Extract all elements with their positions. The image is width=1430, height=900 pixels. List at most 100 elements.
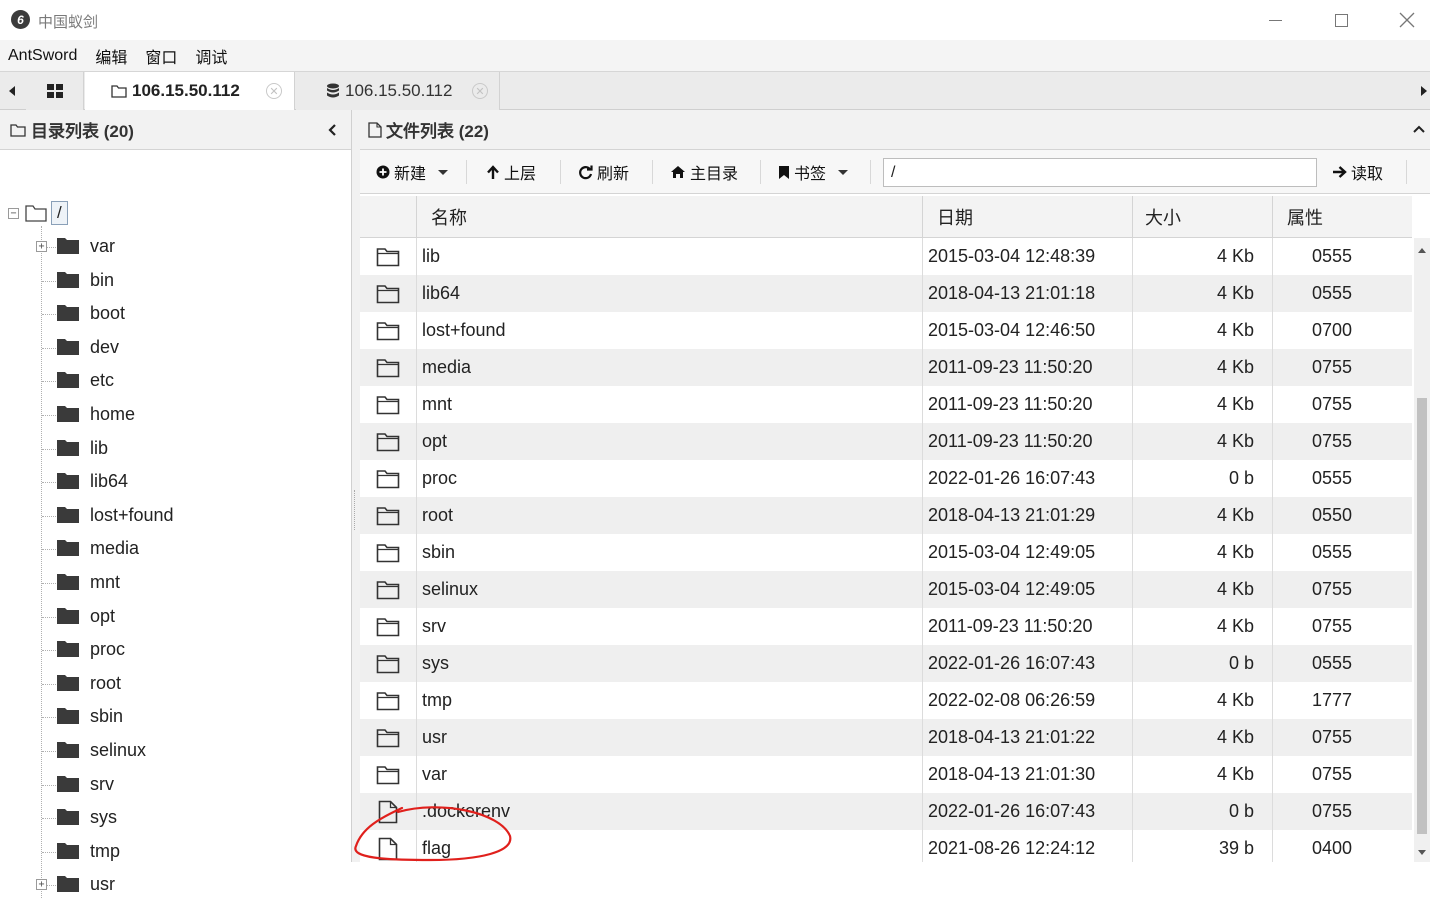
table-row[interactable]: sys 2022-01-26 16:07:43 0 b 0555 xyxy=(360,645,1412,682)
menu-debug[interactable]: 调试 xyxy=(195,44,227,68)
tab-database[interactable]: 106.15.50.112 ✕ xyxy=(296,72,500,110)
tree-root[interactable]: − / xyxy=(8,200,68,226)
bookmark-button[interactable]: 书签 xyxy=(772,157,854,187)
expand-node-icon[interactable]: + xyxy=(36,241,47,252)
file-name[interactable]: tmp xyxy=(422,682,912,719)
panel-splitter[interactable] xyxy=(352,110,360,862)
table-row[interactable]: flag 2021-08-26 12:24:12 39 b 0400 xyxy=(360,830,1412,862)
table-row[interactable]: mnt 2011-09-23 11:50:20 4 Kb 0755 xyxy=(360,386,1412,423)
minimize-button[interactable] xyxy=(1242,0,1308,40)
table-row[interactable]: .dockerenv 2022-01-26 16:07:43 0 b 0755 xyxy=(360,793,1412,830)
folder-icon xyxy=(56,304,80,327)
table-row[interactable]: lib64 2018-04-13 21:01:18 4 Kb 0555 xyxy=(360,275,1412,312)
close-tab-icon[interactable]: ✕ xyxy=(472,83,488,99)
table-row[interactable]: selinux 2015-03-04 12:49:05 4 Kb 0755 xyxy=(360,571,1412,608)
table-row[interactable]: root 2018-04-13 21:01:29 4 Kb 0550 xyxy=(360,497,1412,534)
table-row[interactable]: tmp 2022-02-08 06:26:59 4 Kb 1777 xyxy=(360,682,1412,719)
collapse-file-panel-button[interactable] xyxy=(1412,122,1426,136)
tree-item-var[interactable]: + var xyxy=(34,232,334,262)
file-name[interactable]: opt xyxy=(422,423,912,460)
file-name[interactable]: lib xyxy=(422,238,912,275)
file-name[interactable]: media xyxy=(422,349,912,386)
table-row[interactable]: opt 2011-09-23 11:50:20 4 Kb 0755 xyxy=(360,423,1412,460)
scrollbar-thumb[interactable] xyxy=(1417,398,1427,834)
file-name[interactable]: lost+found xyxy=(422,312,912,349)
tab-scroll-left-button[interactable] xyxy=(6,80,18,102)
close-tab-icon[interactable]: ✕ xyxy=(266,83,282,99)
column-divider xyxy=(416,349,417,386)
tree-item-usr[interactable]: + usr xyxy=(34,870,334,900)
file-name[interactable]: srv xyxy=(422,608,912,645)
file-name[interactable]: proc xyxy=(422,460,912,497)
tree-item-sbin[interactable]: sbin xyxy=(34,702,334,732)
maximize-button[interactable] xyxy=(1308,0,1374,40)
tree-item-selinux[interactable]: selinux xyxy=(34,736,334,766)
tree-item-mnt[interactable]: mnt xyxy=(34,568,334,598)
column-divider xyxy=(922,645,923,682)
tree-item-tmp[interactable]: tmp xyxy=(34,837,334,867)
tree-item-etc[interactable]: etc xyxy=(34,366,334,396)
table-row[interactable]: usr 2018-04-13 21:01:22 4 Kb 0755 xyxy=(360,719,1412,756)
tree-item-media[interactable]: media xyxy=(34,534,334,564)
path-input[interactable] xyxy=(883,158,1317,187)
tree-item-home[interactable]: home xyxy=(34,400,334,430)
collapse-node-icon[interactable]: − xyxy=(8,207,19,219)
tree-item-boot[interactable]: boot xyxy=(34,299,334,329)
file-name[interactable]: sbin xyxy=(422,534,912,571)
column-header-attributes[interactable]: 属性 xyxy=(1272,196,1412,238)
collapse-panel-button[interactable] xyxy=(325,122,339,138)
menu-edit[interactable]: 编辑 xyxy=(95,44,127,68)
home-directory-button[interactable]: 主目录 xyxy=(664,157,744,187)
table-row[interactable]: media 2011-09-23 11:50:20 4 Kb 0755 xyxy=(360,349,1412,386)
tree-item-lost-found[interactable]: lost+found xyxy=(34,501,334,531)
column-divider xyxy=(922,275,923,312)
file-list-scrollbar[interactable] xyxy=(1414,238,1430,862)
file-name[interactable]: flag xyxy=(422,830,912,862)
table-row[interactable]: lost+found 2015-03-04 12:46:50 4 Kb 0700 xyxy=(360,312,1412,349)
tree-item-root[interactable]: root xyxy=(34,669,334,699)
tree-root-label[interactable]: / xyxy=(51,201,68,225)
table-row[interactable]: var 2018-04-13 21:01:30 4 Kb 0755 xyxy=(360,756,1412,793)
tree-item-lib64[interactable]: lib64 xyxy=(34,467,334,497)
file-name[interactable]: mnt xyxy=(422,386,912,423)
file-name[interactable]: var xyxy=(422,756,912,793)
file-name[interactable]: lib64 xyxy=(422,275,912,312)
scroll-down-icon[interactable] xyxy=(1418,850,1426,855)
tab-home[interactable] xyxy=(26,72,84,110)
column-header-name[interactable]: 名称 xyxy=(416,196,922,238)
refresh-button[interactable]: 刷新 xyxy=(572,157,635,187)
table-row[interactable]: srv 2011-09-23 11:50:20 4 Kb 0755 xyxy=(360,608,1412,645)
table-row[interactable]: lib 2015-03-04 12:48:39 4 Kb 0555 xyxy=(360,238,1412,275)
tree-item-dev[interactable]: dev xyxy=(34,333,334,363)
table-row[interactable]: sbin 2015-03-04 12:49:05 4 Kb 0555 xyxy=(360,534,1412,571)
scroll-up-icon[interactable] xyxy=(1418,248,1426,253)
menu-antsword[interactable]: AntSword xyxy=(8,47,77,65)
tree-item-sys[interactable]: sys xyxy=(34,803,334,833)
tree-item-srv[interactable]: srv xyxy=(34,770,334,800)
file-name[interactable]: sys xyxy=(422,645,912,682)
tab-file-manager[interactable]: 106.15.50.112 ✕ xyxy=(85,72,295,110)
tree-item-proc[interactable]: proc xyxy=(34,635,334,665)
tree-item-label: media xyxy=(90,538,140,559)
tree-item-lib[interactable]: lib xyxy=(34,434,334,464)
expand-node-icon[interactable]: + xyxy=(36,879,47,891)
tree-item-opt[interactable]: opt xyxy=(34,602,334,632)
up-button[interactable]: 上层 xyxy=(480,157,542,187)
column-header-size[interactable]: 大小 xyxy=(1132,196,1272,238)
menu-window[interactable]: 窗口 xyxy=(145,44,177,68)
close-window-button[interactable] xyxy=(1374,0,1430,40)
folder-icon xyxy=(56,573,80,596)
tab-scroll-right-button[interactable] xyxy=(1418,80,1430,102)
title-bar: 6 中国蚁剑 xyxy=(0,0,1430,40)
file-name[interactable]: .dockerenv xyxy=(422,793,912,830)
file-name[interactable]: selinux xyxy=(422,571,912,608)
new-button[interactable]: 新建 xyxy=(370,157,454,187)
column-header-date[interactable]: 日期 xyxy=(922,196,1132,238)
file-name[interactable]: root xyxy=(422,497,912,534)
read-path-button[interactable]: 读取 xyxy=(1326,157,1389,187)
chevron-down-icon xyxy=(438,169,449,175)
tree-item-bin[interactable]: bin xyxy=(34,266,334,296)
table-row[interactable]: proc 2022-01-26 16:07:43 0 b 0555 xyxy=(360,460,1412,497)
file-name[interactable]: usr xyxy=(422,719,912,756)
file-size: 0 b xyxy=(1228,653,1254,673)
